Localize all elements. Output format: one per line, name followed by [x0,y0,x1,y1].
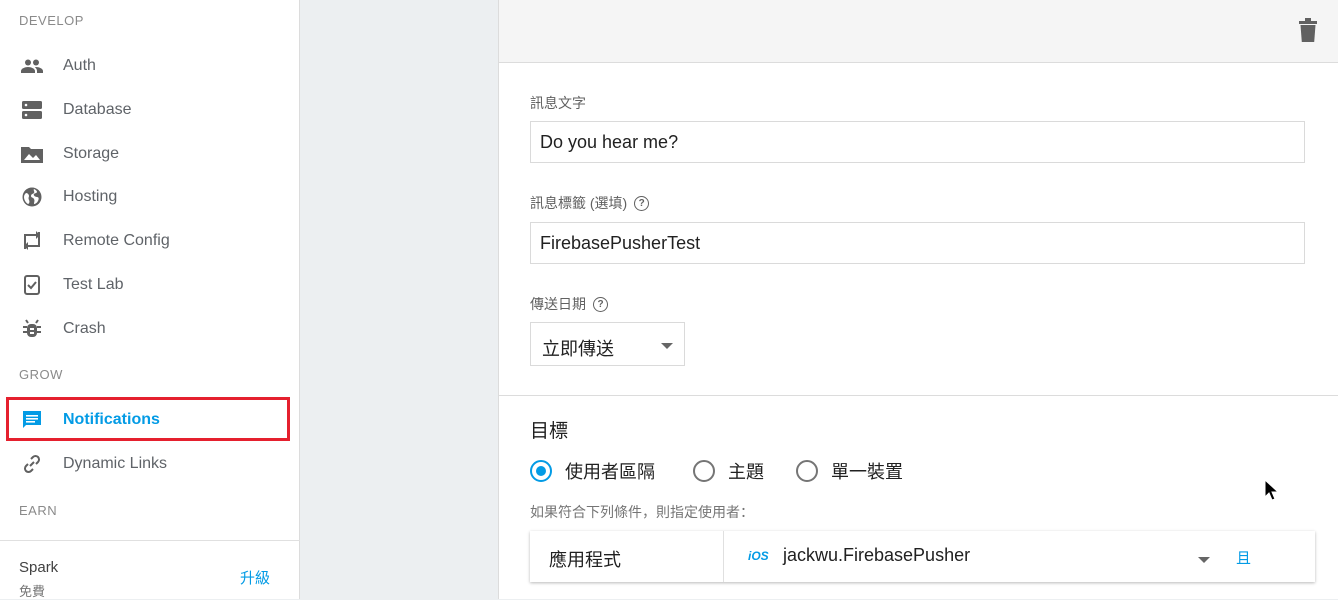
radio-user-segment[interactable]: 使用者區隔 [530,458,655,484]
sidebar-item-label: Remote Config [63,232,170,249]
sidebar-item-test-lab[interactable]: Test Lab [0,265,300,305]
link-icon [20,452,44,476]
target-hint: 如果符合下列條件，則指定使用者： [530,504,754,520]
section-label-grow: GROW [19,367,63,382]
sidebar-item-label: Crash [63,320,106,337]
upgrade-link[interactable]: 升級 [240,567,270,588]
message-tag-input[interactable] [530,222,1305,264]
condition-row: 應用程式 iOS jackwu.FirebasePusher 且 [530,531,1315,582]
radio-topic[interactable]: 主題 [693,458,764,484]
message-tag-label: 訊息標籤 (選填) ? [530,193,650,213]
trash-icon [1299,18,1317,42]
divider [0,540,300,541]
radio-button[interactable] [796,460,818,482]
app-select[interactable]: jackwu.FirebasePusher [783,545,970,566]
sidebar-item-notifications[interactable]: Notifications [0,400,300,440]
message-text-label: 訊息文字 [530,95,586,111]
radio-single-device[interactable]: 單一裝置 [796,458,903,484]
sidebar-item-hosting[interactable]: Hosting [0,177,300,217]
bug-icon [20,317,44,341]
card-header [499,0,1338,63]
condition-label: 應用程式 [549,550,621,570]
remote-config-icon [20,229,44,253]
sidebar-item-storage[interactable]: Storage [0,134,300,174]
sidebar-item-label: Auth [63,57,96,74]
sidebar: DEVELOP Auth Database Storage Hosting Re… [0,0,300,599]
ios-icon: iOS [748,549,769,563]
plan-name: Spark [19,559,59,576]
sidebar-item-label: Test Lab [63,276,124,293]
radio-label: 單一裝置 [831,462,903,482]
sidebar-item-auth[interactable]: Auth [0,46,300,86]
plan-tier: 免費 [19,584,46,599]
message-text-input[interactable] [530,121,1305,163]
help-icon[interactable]: ? [593,296,608,312]
sidebar-item-database[interactable]: Database [0,90,300,130]
sidebar-item-label: Hosting [63,188,118,205]
divider [499,395,1338,396]
radio-button-checked[interactable] [530,460,552,482]
target-title: 目標 [530,421,569,442]
sidebar-item-label: Storage [63,145,120,162]
notification-composer-card: 訊息文字 訊息標籤 (選填) ? 傳送日期 ? 立即傳送 目標 使用者區隔 主題… [498,0,1338,599]
globe-icon [20,185,44,209]
mouse-cursor-icon [1264,479,1278,501]
send-date-label: 傳送日期 ? [530,294,608,314]
sidebar-item-label: Database [63,101,132,118]
help-icon[interactable]: ? [634,195,650,211]
sidebar-item-dynamic-links[interactable]: Dynamic Links [0,444,300,484]
test-lab-icon [20,273,44,297]
sidebar-item-label: Dynamic Links [63,455,168,472]
send-date-select[interactable]: 立即傳送 [530,322,685,366]
database-icon [20,98,44,122]
radio-label: 使用者區隔 [565,462,655,482]
radio-button[interactable] [693,460,715,482]
dropdown-arrow-icon [661,343,673,349]
divider [723,531,724,582]
delete-button[interactable] [1299,18,1321,44]
and-condition-button[interactable]: 且 [1236,547,1251,568]
sidebar-item-crash[interactable]: Crash [0,309,300,349]
people-icon [20,54,44,78]
dropdown-arrow-icon[interactable] [1198,557,1210,563]
sidebar-item-label: Notifications [63,411,160,428]
section-label-earn: EARN [19,503,58,518]
send-date-value: 立即傳送 [542,339,614,359]
sidebar-item-remote-config[interactable]: Remote Config [0,221,300,261]
chat-icon [20,408,44,432]
section-label-develop: DEVELOP [19,13,84,28]
radio-label: 主題 [728,462,764,482]
image-icon [20,142,44,166]
